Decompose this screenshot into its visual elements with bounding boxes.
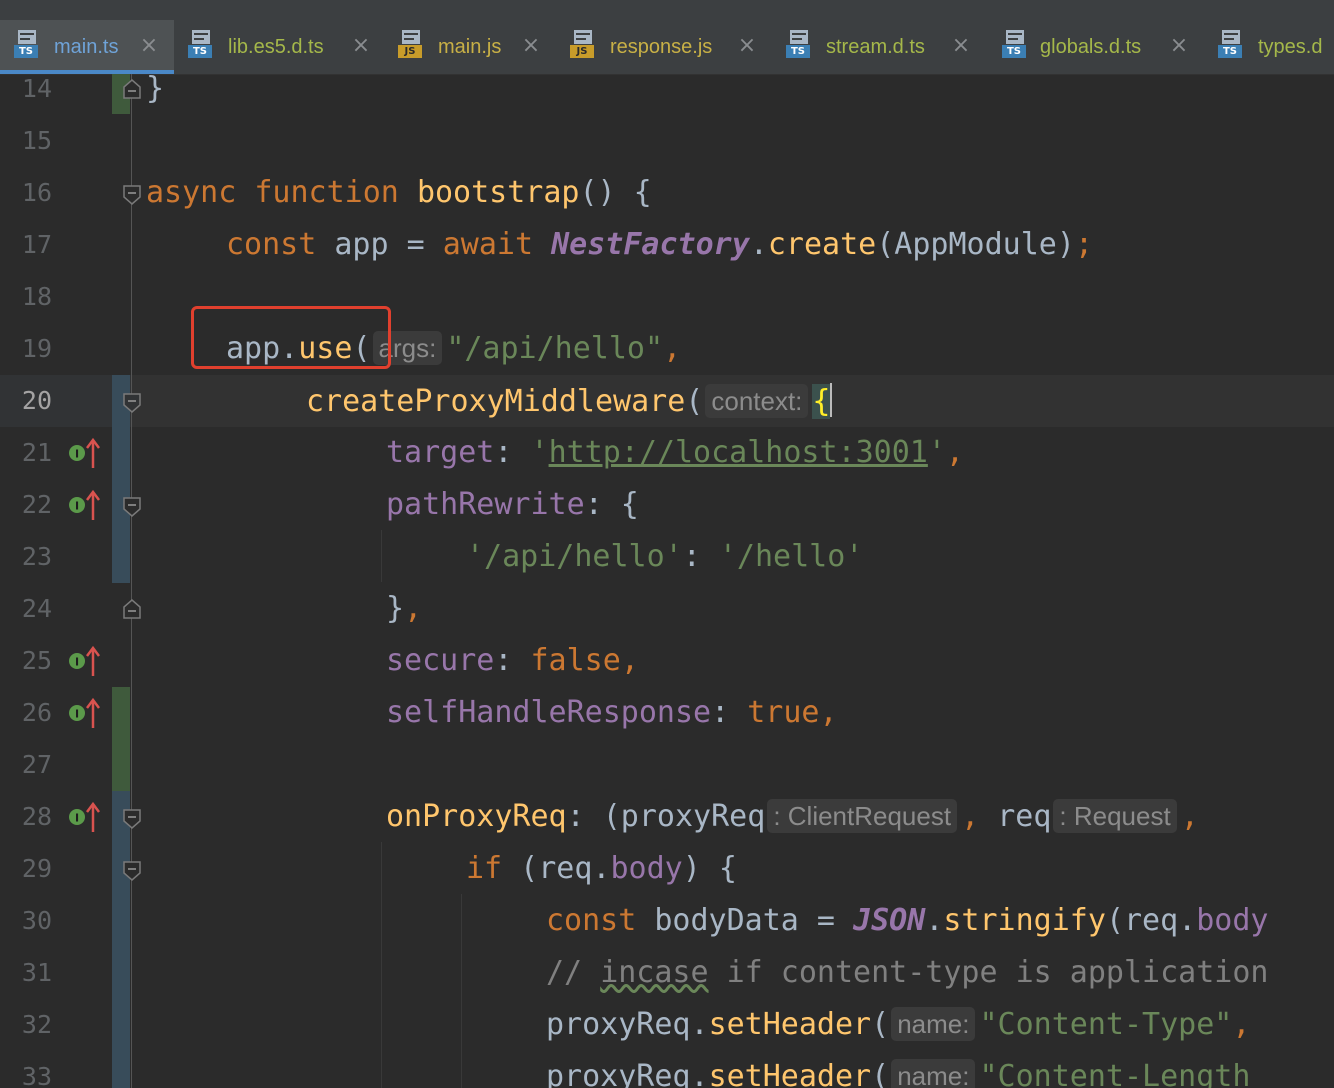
svg-text:I: I	[75, 708, 79, 721]
fold-end-icon[interactable]	[121, 78, 143, 100]
line-number: 24	[21, 594, 52, 623]
line-number-current: 20	[21, 386, 52, 415]
tab-main-js[interactable]: JS main.js ×	[384, 20, 556, 74]
tab-label: main.js	[438, 36, 502, 58]
implements-icon[interactable]: I	[67, 488, 103, 524]
tab-label: types.d	[1258, 36, 1323, 58]
tab-lib-es5-d-ts[interactable]: TS lib.es5.d.ts ×	[174, 20, 382, 74]
line-number: 19	[21, 334, 52, 363]
tab-globals-d-ts[interactable]: TS globals.d.ts ×	[988, 20, 1204, 74]
line-number: 22	[21, 490, 52, 519]
line-number: 30	[21, 906, 52, 935]
fold-start-icon[interactable]	[121, 496, 143, 518]
code-line-33: proxyReq.setHeader(name: "Content-Length	[546, 1059, 1250, 1088]
line-number: 16	[21, 178, 52, 207]
tab-main-ts[interactable]: TS main.ts ×	[0, 20, 174, 74]
typescript-file-icon: TS	[786, 30, 812, 60]
text-caret	[830, 383, 833, 417]
line-number: 27	[21, 750, 52, 779]
fold-start-icon[interactable]	[121, 808, 143, 830]
typescript-file-icon: TS	[1002, 30, 1028, 60]
fold-start-icon[interactable]	[121, 860, 143, 882]
code-line-20: createProxyMiddleware(context:{	[306, 383, 833, 419]
code-line-25: secure: false,	[386, 643, 639, 678]
type-hint: : ClientRequest	[767, 799, 958, 833]
line-number: 17	[21, 230, 52, 259]
parameter-hint: name:	[891, 1059, 976, 1088]
typescript-file-icon: TS	[1218, 30, 1244, 60]
tab-types-d[interactable]: TS types.d	[1204, 20, 1334, 74]
line-number: 14	[21, 74, 52, 103]
highlight-annotation-box	[191, 306, 391, 369]
code-line-30: const bodyData = JSON.stringify(req.body	[546, 903, 1269, 938]
javascript-file-icon: JS	[570, 30, 596, 60]
implements-icon[interactable]: I	[67, 800, 103, 836]
close-tab-icon[interactable]: ×	[350, 33, 372, 59]
line-number: 15	[21, 126, 52, 155]
implements-icon[interactable]: I	[67, 436, 103, 472]
svg-text:I: I	[75, 656, 79, 669]
typescript-file-icon: TS	[188, 30, 214, 60]
close-tab-icon[interactable]: ×	[138, 33, 160, 59]
close-tab-icon[interactable]: ×	[950, 33, 972, 59]
implements-icon[interactable]: I	[67, 644, 103, 680]
line-number: 29	[21, 854, 52, 883]
code-line-32: proxyReq.setHeader(name: "Content-Type",	[546, 1007, 1251, 1042]
tab-response-js[interactable]: JS response.js ×	[556, 20, 772, 74]
code-line-22: pathRewrite: {	[386, 487, 639, 522]
line-number: 26	[21, 698, 52, 727]
tab-label: lib.es5.d.ts	[228, 36, 324, 58]
matched-brace: {	[812, 384, 831, 419]
code-line-17: const app = await NestFactory.create(App…	[226, 227, 1093, 262]
typescript-file-icon: TS	[14, 30, 40, 60]
tab-label: globals.d.ts	[1040, 36, 1142, 58]
code-line-16: async function bootstrap() {	[146, 175, 652, 210]
code-line-29: if (req.body) {	[466, 851, 737, 886]
code-line-23: '/api/hello': '/hello'	[466, 539, 864, 574]
editor-tab-bar: TS main.ts × TS lib.es5.d.ts × JS main.j…	[0, 20, 1334, 75]
line-number: 25	[21, 646, 52, 675]
line-number: 18	[21, 282, 52, 311]
tab-label: response.js	[610, 36, 713, 58]
tab-label: stream.d.ts	[826, 36, 925, 58]
svg-text:I: I	[75, 500, 79, 513]
gutter-separator	[131, 74, 132, 1088]
indent-guide	[381, 530, 382, 582]
code-line-24: },	[386, 591, 423, 626]
tab-label: main.ts	[54, 36, 119, 58]
type-hint: : Request	[1053, 799, 1177, 833]
line-number: 31	[21, 958, 52, 987]
svg-text:I: I	[75, 812, 79, 825]
indent-guide	[381, 842, 382, 1088]
fold-start-icon[interactable]	[121, 184, 143, 206]
code-line-31: // incase if content-type is application	[546, 955, 1269, 990]
line-number: 23	[21, 542, 52, 571]
fold-start-icon[interactable]	[121, 392, 143, 414]
fold-end-icon[interactable]	[121, 598, 143, 620]
implements-icon[interactable]: I	[67, 696, 103, 732]
svg-text:I: I	[75, 448, 79, 461]
code-line-28: onProxyReq: (proxyReq: ClientRequest, re…	[386, 799, 1199, 834]
close-tab-icon[interactable]: ×	[520, 33, 542, 59]
parameter-hint: name:	[891, 1007, 976, 1041]
url-link[interactable]: http://localhost:3001	[549, 435, 928, 470]
code-line-21: target: 'http://localhost:3001',	[386, 435, 964, 470]
line-number: 32	[21, 1010, 52, 1039]
close-tab-icon[interactable]: ×	[736, 33, 758, 59]
tab-stream-d-ts[interactable]: TS stream.d.ts ×	[772, 20, 988, 74]
indent-guide	[461, 894, 462, 1088]
window-top-strip	[0, 0, 1334, 20]
parameter-hint: context:	[705, 384, 809, 418]
close-tab-icon[interactable]: ×	[1168, 33, 1190, 59]
vcs-added-marker	[112, 687, 130, 791]
line-number: 33	[21, 1062, 52, 1088]
javascript-file-icon: JS	[398, 30, 424, 60]
code-line-26: selfHandleResponse: true,	[386, 695, 838, 730]
code-line-14: }	[146, 74, 165, 106]
line-number: 21	[21, 438, 52, 467]
line-number: 28	[21, 802, 52, 831]
code-editor[interactable]: 14 15 16 17 18 19 20 21 22 23 24 25 26 2…	[0, 74, 1334, 1088]
